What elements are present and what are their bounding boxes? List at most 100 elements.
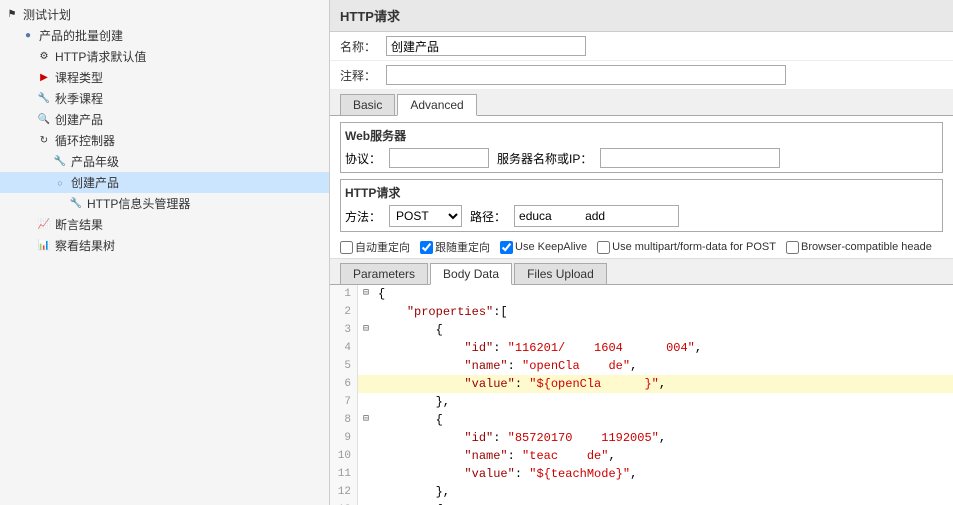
- server-input[interactable]: [600, 148, 780, 168]
- magnifier-icon: 🔍: [36, 112, 52, 128]
- http-request-section: HTTP请求 方法： POST GET PUT DELETE 路径：: [340, 179, 943, 232]
- line-content-5: "name": "openCla de",: [374, 357, 953, 375]
- checkbox-label-follow-redirect: 跟随重定向: [435, 239, 490, 255]
- sidebar-item-http-header[interactable]: 🔧HTTP信息头管理器: [0, 193, 329, 214]
- sub-tabs-bar: ParametersBody DataFiles Upload: [330, 259, 953, 285]
- code-line-13: 13⊟ {: [330, 501, 953, 505]
- sidebar-item-test-plan[interactable]: ⚑测试计划: [0, 4, 329, 25]
- checkbox-label-multipart: Use multipart/form-data for POST: [612, 241, 776, 253]
- web-server-section: Web服务器 协议： 服务器名称或IP：: [340, 122, 943, 173]
- circle-key-icon: ○: [52, 175, 68, 191]
- code-line-10: 10 "name": "teac de",: [330, 447, 953, 465]
- sidebar-item-label-assert-result: 断言结果: [55, 216, 103, 233]
- checkbox-label-keepalive: Use KeepAlive: [515, 241, 587, 253]
- main-panel: HTTP请求 名称： 注释： BasicAdvanced Web服务器 协议： …: [330, 0, 953, 505]
- sidebar: ⚑测试计划●产品的批量创建⚙HTTP请求默认值▶课程类型🔧秋季课程🔍创建产品↻循…: [0, 0, 330, 505]
- sidebar-item-create-product[interactable]: 🔍创建产品: [0, 109, 329, 130]
- line-content-3: {: [374, 321, 953, 339]
- code-line-5: 5 "name": "openCla de",: [330, 357, 953, 375]
- code-line-3: 3⊟ {: [330, 321, 953, 339]
- line-number-12: 12: [330, 483, 358, 501]
- line-expand-8[interactable]: ⊟: [358, 411, 374, 429]
- sidebar-item-http-default[interactable]: ⚙HTTP请求默认值: [0, 46, 329, 67]
- method-select[interactable]: POST GET PUT DELETE: [389, 205, 462, 227]
- sub-tab-parameters[interactable]: Parameters: [340, 263, 428, 284]
- line-content-6: "value": "${openCla }",: [374, 375, 953, 393]
- tab-basic[interactable]: Basic: [340, 94, 395, 115]
- panel-title: HTTP请求: [330, 0, 953, 32]
- checkbox-keepalive[interactable]: Use KeepAlive: [500, 241, 587, 254]
- sub-tab-files-upload[interactable]: Files Upload: [514, 263, 607, 284]
- code-line-8: 8⊟ {: [330, 411, 953, 429]
- flag-icon: ⚑: [4, 7, 20, 23]
- checkboxes-row: 自动重定向 跟随重定向 Use KeepAlive Use multipart/for…: [330, 236, 953, 259]
- path-label: 路径：: [470, 208, 506, 225]
- line-expand-1[interactable]: ⊟: [358, 285, 374, 303]
- name-input[interactable]: [386, 36, 586, 56]
- checkbox-auto-redirect[interactable]: 自动重定向: [340, 239, 410, 255]
- sidebar-item-label-autumn-course: 秋季课程: [55, 90, 103, 107]
- line-content-11: "value": "${teachMode}",: [374, 465, 953, 483]
- sidebar-item-loop-controller[interactable]: ↻循环控制器: [0, 130, 329, 151]
- sidebar-item-view-result[interactable]: 📊察看结果树: [0, 235, 329, 256]
- checkbox-input-follow-redirect[interactable]: [420, 241, 433, 254]
- sidebar-item-label-create-product-2: 创建产品: [71, 174, 119, 191]
- protocol-input[interactable]: [389, 148, 489, 168]
- code-editor[interactable]: 1⊟{2 "properties":[3⊟ {4 "id": "116201/ …: [330, 285, 953, 505]
- circle-dot-icon: ●: [20, 28, 36, 44]
- sidebar-item-course-type[interactable]: ▶课程类型: [0, 67, 329, 88]
- line-expand-11: [358, 465, 374, 483]
- tab-advanced[interactable]: Advanced: [397, 94, 476, 116]
- code-line-6: 6 "value": "${openCla }",: [330, 375, 953, 393]
- server-label: 服务器名称或IP：: [497, 150, 592, 167]
- line-number-4: 4: [330, 339, 358, 357]
- line-number-8: 8: [330, 411, 358, 429]
- comment-label: 注释：: [340, 67, 380, 84]
- line-number-10: 10: [330, 447, 358, 465]
- line-number-7: 7: [330, 393, 358, 411]
- code-line-4: 4 "id": "116201/ 1604 004",: [330, 339, 953, 357]
- web-server-title: Web服务器: [345, 127, 938, 144]
- wrench-icon: 🔧: [36, 91, 52, 107]
- line-expand-3[interactable]: ⊟: [358, 321, 374, 339]
- sidebar-item-product-age[interactable]: 🔧产品年级: [0, 151, 329, 172]
- path-input[interactable]: [514, 205, 679, 227]
- line-number-9: 9: [330, 429, 358, 447]
- wrench-icon: 🔧: [52, 154, 68, 170]
- chart2-icon: 📊: [36, 238, 52, 254]
- checkbox-label-browser-compat: Browser-compatible heade: [801, 241, 932, 253]
- line-expand-10: [358, 447, 374, 465]
- line-expand-13[interactable]: ⊟: [358, 501, 374, 505]
- line-number-5: 5: [330, 357, 358, 375]
- code-line-2: 2 "properties":[: [330, 303, 953, 321]
- line-content-7: },: [374, 393, 953, 411]
- sub-tab-body-data[interactable]: Body Data: [430, 263, 512, 285]
- sidebar-item-label-product-batch: 产品的批量创建: [39, 27, 123, 44]
- name-label: 名称：: [340, 38, 380, 55]
- comment-input[interactable]: [386, 65, 786, 85]
- sidebar-item-autumn-course[interactable]: 🔧秋季课程: [0, 88, 329, 109]
- checkbox-label-auto-redirect: 自动重定向: [355, 239, 410, 255]
- line-content-9: "id": "85720170 1192005",: [374, 429, 953, 447]
- sidebar-item-label-http-header: HTTP信息头管理器: [87, 195, 190, 212]
- method-row: 方法： POST GET PUT DELETE 路径：: [345, 205, 938, 227]
- protocol-label: 协议：: [345, 150, 381, 167]
- checkbox-input-browser-compat[interactable]: [786, 241, 799, 254]
- checkbox-multipart[interactable]: Use multipart/form-data for POST: [597, 241, 776, 254]
- line-expand-4: [358, 339, 374, 357]
- checkbox-input-multipart[interactable]: [597, 241, 610, 254]
- sidebar-item-assert-result[interactable]: 📈断言结果: [0, 214, 329, 235]
- sidebar-item-label-product-age: 产品年级: [71, 153, 119, 170]
- line-content-13: {: [374, 501, 953, 505]
- checkbox-input-keepalive[interactable]: [500, 241, 513, 254]
- checkbox-input-auto-redirect[interactable]: [340, 241, 353, 254]
- checkbox-follow-redirect[interactable]: 跟随重定向: [420, 239, 490, 255]
- sidebar-item-label-create-product: 创建产品: [55, 111, 103, 128]
- checkbox-browser-compat[interactable]: Browser-compatible heade: [786, 241, 932, 254]
- web-server-row: 协议： 服务器名称或IP：: [345, 148, 938, 168]
- sidebar-item-product-batch[interactable]: ●产品的批量创建: [0, 25, 329, 46]
- sidebar-item-label-course-type: 课程类型: [55, 69, 103, 86]
- sidebar-item-create-product-2[interactable]: ○创建产品: [0, 172, 329, 193]
- line-number-13: 13: [330, 501, 358, 505]
- method-label: 方法：: [345, 208, 381, 225]
